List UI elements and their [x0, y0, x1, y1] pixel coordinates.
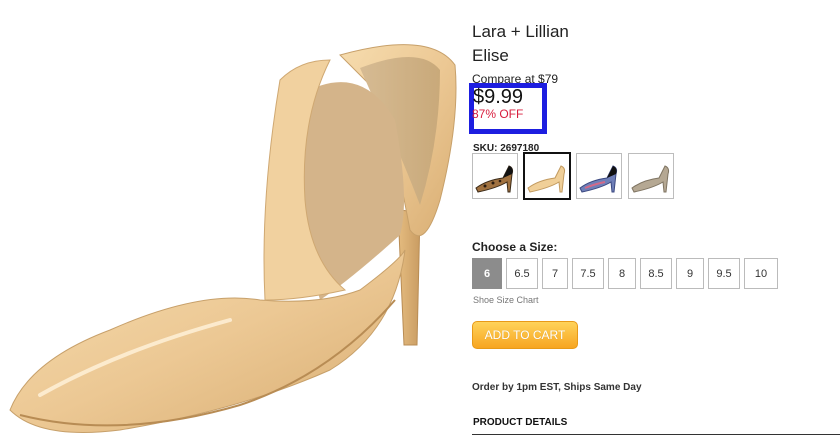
size-options: 6 6.5 7 7.5 8 8.5 9 9.5 10 — [472, 258, 778, 289]
taupe-pump-swatch-icon — [631, 165, 670, 193]
leopard-pump-swatch-icon — [475, 165, 514, 193]
size-option[interactable]: 7.5 — [572, 258, 604, 289]
add-to-cart-button[interactable]: ADD TO CART — [472, 321, 578, 349]
details-divider — [472, 434, 840, 435]
size-option[interactable]: 8 — [608, 258, 636, 289]
nude-pump-image — [9, 44, 457, 433]
product-name: Elise — [472, 46, 509, 65]
blue-pump-swatch-icon — [579, 165, 618, 193]
color-swatches — [472, 152, 674, 200]
sale-price: $9.99 — [473, 86, 524, 108]
size-option[interactable]: 7 — [542, 258, 568, 289]
product-details-heading[interactable]: PRODUCT DETAILS — [473, 417, 567, 428]
size-option[interactable]: 6.5 — [506, 258, 538, 289]
product-brand: Lara + Lillian — [472, 22, 569, 41]
swatch-leopard[interactable] — [472, 153, 518, 199]
swatch-nude[interactable] — [523, 152, 571, 200]
size-option[interactable]: 9 — [676, 258, 704, 289]
nude-pump-swatch-icon — [527, 165, 566, 193]
size-option[interactable]: 10 — [744, 258, 778, 289]
swatch-blue[interactable] — [576, 153, 622, 199]
swatch-taupe[interactable] — [628, 153, 674, 199]
size-option[interactable]: 6 — [472, 258, 502, 289]
product-image — [0, 0, 460, 446]
product-info: Lara + Lillian Elise Compare at $79 $9.9… — [469, 0, 840, 446]
shipping-note: Order by 1pm EST, Ships Same Day — [472, 382, 642, 393]
size-option[interactable]: 9.5 — [708, 258, 740, 289]
size-heading: Choose a Size: — [472, 240, 558, 254]
shoe-size-chart-link[interactable]: Shoe Size Chart — [473, 295, 539, 305]
size-option[interactable]: 8.5 — [640, 258, 672, 289]
discount-badge: 87% OFF — [472, 107, 524, 121]
